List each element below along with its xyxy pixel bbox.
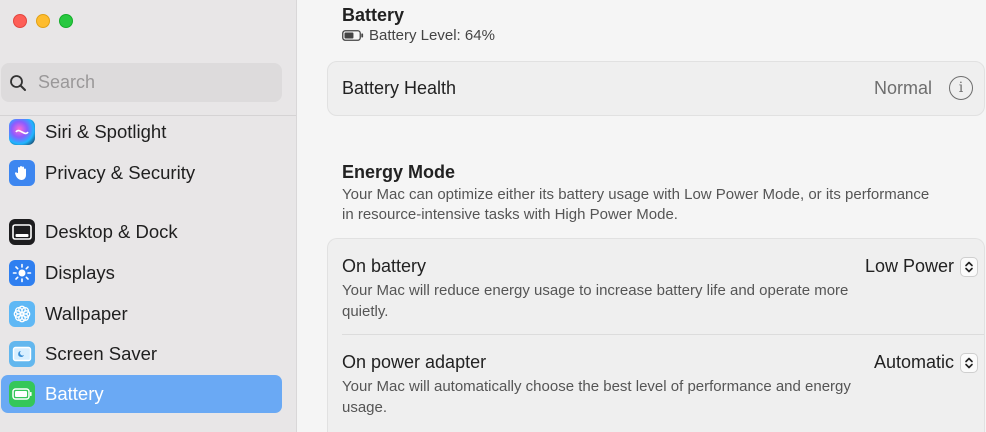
flower-icon xyxy=(9,301,35,327)
sidebar-item-label: Screen Saver xyxy=(45,343,158,364)
dock-icon xyxy=(9,219,35,245)
close-window-button[interactable] xyxy=(13,14,27,28)
on-power-adapter-popup[interactable]: Automatic xyxy=(874,352,978,373)
energy-mode-title: Energy Mode xyxy=(342,162,456,182)
battery-health-card: Battery Health Normal i xyxy=(327,61,985,116)
sidebar-item-desktop-dock[interactable]: Desktop & Dock xyxy=(1,213,282,251)
battery-icon xyxy=(9,381,35,407)
energy-mode-description: Your Mac can optimize either its battery… xyxy=(342,186,930,223)
page-title: Battery xyxy=(342,5,405,25)
on-power-adapter-value: Automatic xyxy=(873,352,954,372)
sidebar-item-battery[interactable]: Battery xyxy=(1,375,282,413)
main-content: Battery Battery Level: 64% Battery Healt… xyxy=(297,0,986,432)
row-divider xyxy=(342,334,984,335)
battery-level-icon xyxy=(342,30,364,41)
energy-mode-card: On battery Your Mac will reduce energy u… xyxy=(327,238,985,432)
battery-level: Battery Level: 64% xyxy=(342,27,495,44)
battery-health-label: Battery Health xyxy=(342,78,457,98)
sidebar-item-screen-saver[interactable]: Screen Saver xyxy=(1,335,282,373)
sidebar-item-displays[interactable]: Displays xyxy=(1,254,282,292)
sidebar-item-siri-spotlight[interactable]: Siri & Spotlight xyxy=(1,113,282,151)
sidebar-item-label: Desktop & Dock xyxy=(45,221,178,242)
on-battery-title: On battery xyxy=(342,256,427,276)
on-power-adapter-description: Your Mac will automatically choose the b… xyxy=(342,378,851,416)
chevron-up-down-icon xyxy=(960,352,978,373)
minimize-window-button[interactable] xyxy=(36,14,50,28)
search-field[interactable] xyxy=(1,63,282,102)
on-battery-value: Low Power xyxy=(864,256,954,276)
window-controls xyxy=(13,14,73,28)
on-battery-description: Your Mac will reduce energy usage to inc… xyxy=(342,282,849,320)
screensaver-icon xyxy=(9,341,35,367)
hand-icon xyxy=(9,160,35,186)
on-power-adapter-title: On power adapter xyxy=(342,352,487,372)
sidebar-item-label: Battery xyxy=(45,383,104,404)
battery-level-text: Battery Level: 64% xyxy=(369,27,495,44)
info-icon[interactable]: i xyxy=(949,76,973,100)
chevron-up-down-icon xyxy=(960,256,978,277)
sidebar-item-label: Siri & Spotlight xyxy=(45,121,167,142)
sidebar-item-label: Wallpaper xyxy=(45,303,128,324)
on-battery-popup[interactable]: Low Power xyxy=(865,256,978,277)
search-input[interactable] xyxy=(36,71,270,94)
sidebar: Siri & Spotlight Privacy & Security Desk… xyxy=(0,0,297,432)
battery-health-value: Normal xyxy=(873,78,932,98)
sun-icon xyxy=(9,260,35,286)
search-icon xyxy=(10,74,26,91)
sidebar-item-label: Displays xyxy=(45,262,115,283)
zoom-window-button[interactable] xyxy=(59,14,73,28)
sidebar-item-wallpaper[interactable]: Wallpaper xyxy=(1,295,282,333)
sidebar-item-label: Privacy & Security xyxy=(45,162,196,183)
siri-icon xyxy=(9,119,35,145)
sidebar-item-privacy-security[interactable]: Privacy & Security xyxy=(1,154,282,192)
